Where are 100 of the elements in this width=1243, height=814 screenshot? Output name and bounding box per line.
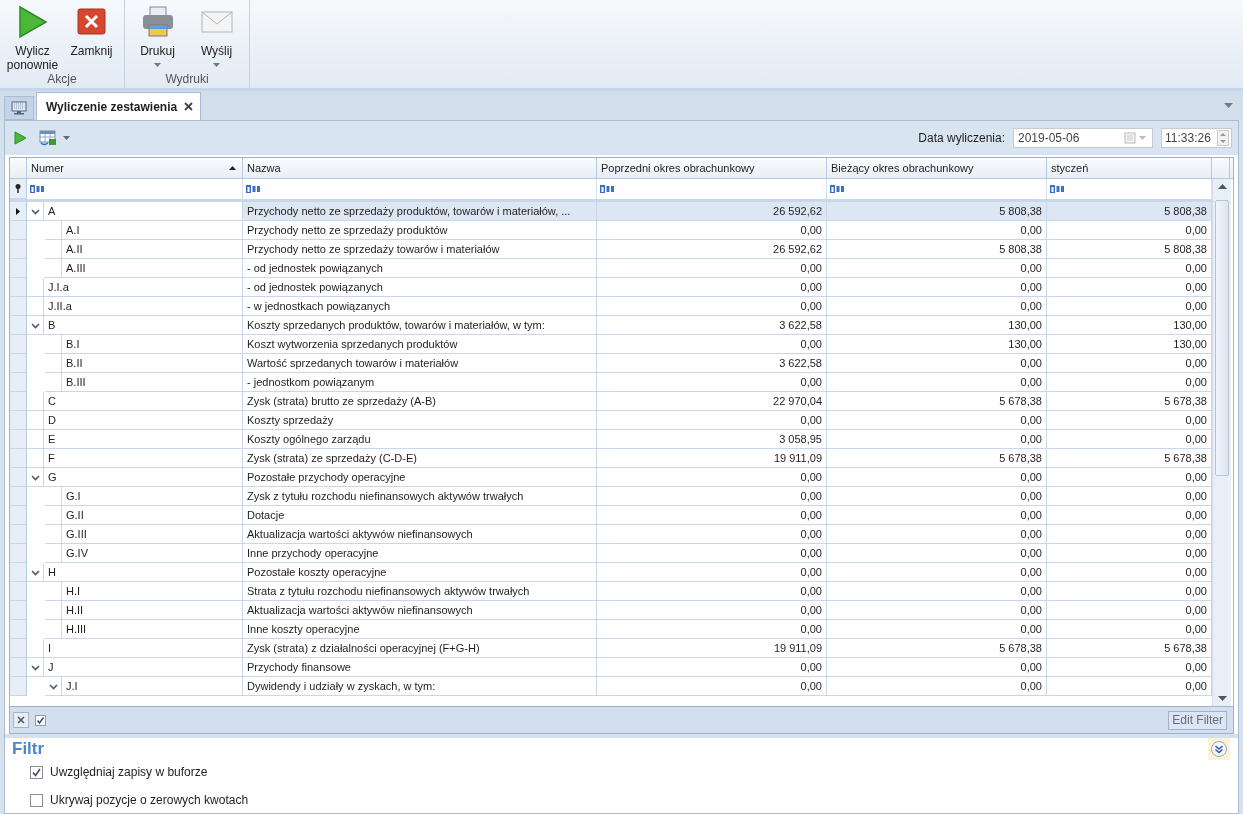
collapse-toggle[interactable]	[48, 681, 58, 691]
table-cell: H.II	[61, 601, 242, 620]
column-header[interactable]: Nazwa	[243, 158, 597, 178]
filter-field[interactable]	[243, 179, 597, 199]
table-cell: F	[43, 449, 242, 468]
filter-field[interactable]	[597, 179, 827, 199]
table-cell: 19 911,09	[597, 639, 827, 658]
table-cell: 0,00	[827, 506, 1047, 525]
table-cell: 0,00	[597, 677, 827, 696]
table-cell: 0,00	[597, 335, 827, 354]
dropdown-arrow-icon[interactable]	[1224, 103, 1233, 108]
column-header[interactable]: Bieżący okres obrachunkowy	[827, 158, 1047, 178]
table-cell: G.II	[61, 506, 242, 525]
time-field[interactable]: 11:33:26	[1161, 128, 1232, 148]
clear-filter-button[interactable]	[13, 712, 29, 728]
filter-field[interactable]	[827, 179, 1047, 199]
table-cell: 5 678,38	[1047, 449, 1212, 468]
text-filter-icon	[600, 185, 615, 193]
table-cell: Przychody netto ze sprzedaży produktów	[243, 221, 597, 240]
monitor-icon	[11, 101, 27, 115]
spinner-icon[interactable]	[1217, 130, 1229, 146]
table-cell: G.III	[61, 525, 242, 544]
table-cell: - od jednostek powiązanych	[243, 278, 597, 297]
table-cell: 0,00	[597, 582, 827, 601]
table-cell: G.IV	[61, 544, 242, 563]
ribbon-button[interactable]: Wyślij	[188, 0, 245, 72]
table-cell: 0,00	[1047, 620, 1212, 639]
table-cell: B.III	[61, 373, 242, 392]
table-cell: 0,00	[597, 259, 827, 278]
collapse-toggle[interactable]	[30, 567, 40, 577]
export-button[interactable]	[37, 128, 72, 148]
table-cell: 3 058,95	[597, 430, 827, 449]
table-cell: 0,00	[597, 506, 827, 525]
table-cell: B.I	[61, 335, 242, 354]
table-cell: 0,00	[1047, 278, 1212, 297]
column-header[interactable]: styczeń	[1047, 158, 1212, 178]
table-cell: 0,00	[827, 563, 1047, 582]
table-cell: 0,00	[597, 620, 827, 639]
date-field[interactable]: 2019-05-06	[1013, 128, 1153, 148]
scrollbar[interactable]	[1212, 179, 1231, 706]
ribbon-button[interactable]: Wylicz ponownie	[4, 0, 61, 72]
filter-checkbox[interactable]	[35, 714, 46, 726]
table-cell: 0,00	[1047, 373, 1212, 392]
column-header[interactable]: Poprzedni okres obrachunkowy	[597, 158, 827, 178]
table-cell: Koszty sprzedaży	[243, 411, 597, 430]
table-cell: H.I	[61, 582, 242, 601]
column-header[interactable]: Numer	[27, 158, 243, 178]
table-cell: 0,00	[597, 297, 827, 316]
table-cell: H	[43, 563, 242, 582]
edit-filter-button[interactable]: Edit Filter	[1168, 710, 1227, 730]
table-export-icon	[39, 130, 57, 146]
table-cell: I	[43, 639, 242, 658]
table-cell: 0,00	[827, 278, 1047, 297]
collapse-toggle[interactable]	[30, 472, 40, 482]
table-cell: 19 911,09	[597, 449, 827, 468]
table-cell: 0,00	[1047, 582, 1212, 601]
collapse-toggle[interactable]	[30, 206, 40, 216]
table-cell: - jednostkom powiązanym	[243, 373, 597, 392]
table-cell: 0,00	[1047, 354, 1212, 373]
table-cell: 130,00	[827, 335, 1047, 354]
table-cell: 0,00	[597, 544, 827, 563]
ribbon-button[interactable]: Drukuj	[129, 0, 186, 72]
table-cell: 0,00	[827, 601, 1047, 620]
table-cell: 0,00	[827, 525, 1047, 544]
filter-field[interactable]	[27, 179, 243, 199]
table-cell: J.I.a	[43, 278, 242, 297]
table-cell: Pozostałe przychody operacyjne	[243, 468, 597, 487]
table-cell: 5 678,38	[1047, 392, 1212, 411]
table-cell: 0,00	[1047, 468, 1212, 487]
section-title: Filtr	[12, 739, 45, 759]
document-tab[interactable]: Wyliczenie zestawienia	[36, 92, 202, 120]
table-cell: Koszty sprzedanych produktów, towarów i materiałów, w tym:	[243, 316, 597, 335]
collapse-toggle[interactable]	[30, 662, 40, 672]
table-cell: E	[43, 430, 242, 449]
table-cell: 26 592,62	[597, 240, 827, 259]
text-filter-icon	[830, 185, 845, 193]
table-cell: B.II	[61, 354, 242, 373]
checkbox[interactable]	[30, 765, 43, 779]
table-cell: H.III	[61, 620, 242, 639]
workspace-button[interactable]	[4, 96, 34, 120]
calendar-icon[interactable]	[1124, 132, 1148, 144]
table-cell: 5 678,38	[827, 392, 1047, 411]
checkbox-label: Ukrywaj pozycje o zerowych kwotach	[50, 793, 249, 807]
close-icon[interactable]	[184, 102, 194, 111]
scroll-thumb[interactable]	[1215, 200, 1229, 476]
table-cell: 0,00	[827, 582, 1047, 601]
table-cell: J.I	[61, 677, 242, 696]
play-icon[interactable]	[11, 129, 29, 147]
table-cell: 0,00	[827, 221, 1047, 240]
checkbox[interactable]	[30, 793, 43, 807]
group-label: Wydruki	[164, 72, 210, 88]
collapse-toggle[interactable]	[30, 320, 40, 330]
text-filter-icon	[30, 185, 45, 193]
row-indicator[interactable]	[10, 202, 27, 221]
expand-button[interactable]	[1208, 738, 1230, 760]
table-cell: 0,00	[597, 221, 827, 240]
table-cell: Inne przychody operacyjne	[243, 544, 597, 563]
table-cell: Zysk (strata) ze sprzedaży (C-D-E)	[243, 449, 597, 468]
ribbon-button[interactable]: Zamknij	[63, 0, 120, 72]
table-cell: Dotacje	[243, 506, 597, 525]
